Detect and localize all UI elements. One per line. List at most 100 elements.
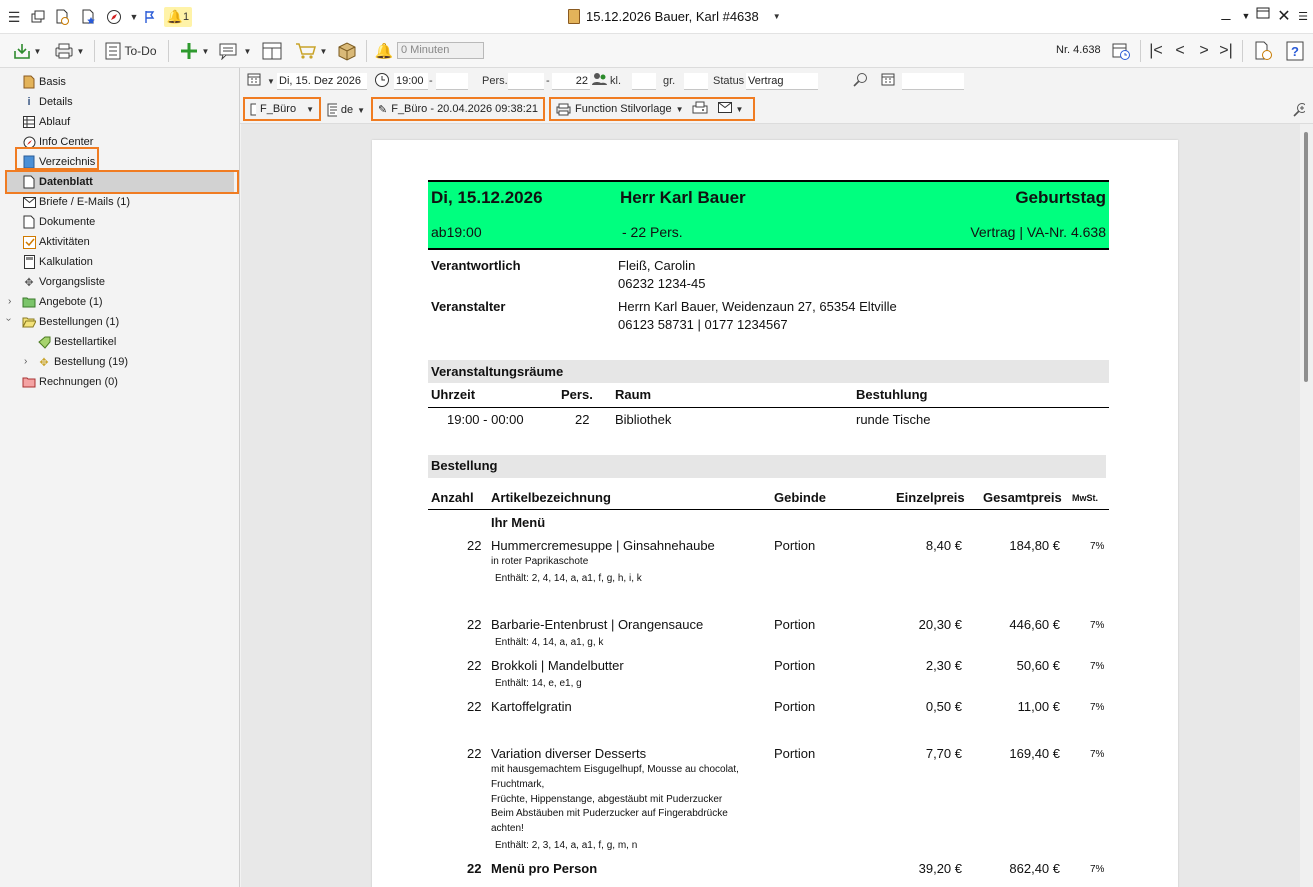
chevron-right-icon[interactable]: › <box>24 356 27 367</box>
banner-type: Geburtstag <box>1015 188 1106 207</box>
status-field[interactable]: Vertrag <box>746 73 818 90</box>
calendar-icon[interactable] <box>881 72 895 89</box>
menu-title: Ihr Menü <box>491 515 546 530</box>
todo-label: To-Do <box>124 44 157 58</box>
scrollbar-thumb[interactable] <box>1304 132 1308 382</box>
sidebar-item-vorgangsliste[interactable]: ✥ Vorgangsliste <box>22 272 105 292</box>
date-field[interactable]: Di, 15. Dez 2026 <box>277 73 367 90</box>
item-total: 184,80 € <box>1009 538 1060 553</box>
item-description: achten! <box>491 823 524 834</box>
last-record-button[interactable]: >| <box>1216 39 1236 63</box>
notification-bell-button[interactable]: 🔔 1 <box>164 7 192 27</box>
document-clock-icon[interactable] <box>52 7 72 27</box>
table-icon <box>22 115 36 129</box>
import-button[interactable]: ▼ <box>8 39 46 63</box>
minutes-input[interactable]: 0 Minuten <box>397 42 484 59</box>
sidebar-item-basis[interactable]: Basis <box>22 72 66 92</box>
sidebar-item-ablauf[interactable]: Ablauf <box>22 112 70 132</box>
sidebar-item-briefe[interactable]: Briefe / E-Mails (1) <box>22 192 130 212</box>
sidebar-item-info-center[interactable]: Info Center <box>22 132 93 152</box>
time-to-field[interactable] <box>436 73 468 90</box>
sidebar-item-kalkulation[interactable]: Kalkulation <box>22 252 93 272</box>
package-button[interactable] <box>334 39 360 63</box>
window-menu-button[interactable]: ☰ <box>1292 10 1313 23</box>
pers-from-field[interactable] <box>508 73 544 90</box>
window-title[interactable]: 15.12.2026 Bauer, Karl #4638 ▼ <box>568 9 781 24</box>
title-bar: ☰ ▼ 🔔 1 15.12.2026 Bauer, Karl #4638 ▼ _ … <box>0 0 1313 34</box>
item-description: Fruchtmark, <box>491 779 545 790</box>
history-button[interactable] <box>1108 39 1134 63</box>
language-selector[interactable]: de ▼ <box>322 98 370 122</box>
item-total: 11,00 € <box>1017 699 1060 714</box>
document-toolbar: F_Büro ▼ de ▼ ✎ F_Büro - 20.04.2026 09:3… <box>240 94 1313 124</box>
doc-icon <box>22 175 36 189</box>
favorite-doc-icon[interactable] <box>78 7 98 27</box>
time-from-field[interactable]: 19:00 <box>394 73 428 90</box>
maximize-button[interactable] <box>1252 6 1274 24</box>
sidebar-item-angebote[interactable]: Angebote (1) <box>22 292 103 312</box>
compass-icon[interactable] <box>104 7 124 27</box>
layout-button[interactable] <box>260 39 284 63</box>
people-icon <box>592 72 608 89</box>
chevron-down-icon[interactable]: ▼ <box>267 77 275 86</box>
chevron-down-icon[interactable]: ▼ <box>773 12 781 21</box>
pers-label: Pers. <box>482 75 508 87</box>
kl-field[interactable] <box>632 73 656 90</box>
print-style-selector[interactable]: Function Stilvorlage ▼ ▼ <box>549 97 755 121</box>
zoom-button[interactable] <box>1288 98 1310 122</box>
chevron-down-icon: ▼ <box>357 105 365 115</box>
language-label: de <box>340 104 354 116</box>
notification-count: 1 <box>183 11 190 23</box>
sidebar-item-dokumente[interactable]: Dokumente <box>22 212 95 232</box>
room-time: 19:00 - 00:00 <box>447 412 524 427</box>
item-vat: 7% <box>1090 749 1105 760</box>
previous-record-button[interactable]: < <box>1170 39 1190 63</box>
chevron-right-icon[interactable]: › <box>8 296 11 307</box>
help-button[interactable]: ? <box>1284 39 1306 63</box>
chevron-down-icon[interactable]: › <box>3 318 14 321</box>
hamburger-menu-icon[interactable]: ☰ <box>4 7 24 27</box>
item-vat: 7% <box>1090 541 1105 552</box>
sidebar-item-bestellartikel[interactable]: Bestellartikel <box>37 332 116 352</box>
calendar-icon[interactable] <box>247 72 261 89</box>
sidebar-item-aktivitaeten[interactable]: Aktivitäten <box>22 232 90 252</box>
order-section-bar <box>428 455 1106 478</box>
chevron-down-icon: ▼ <box>735 104 744 114</box>
next-record-button[interactable]: > <box>1194 39 1214 63</box>
windows-icon[interactable] <box>28 7 48 27</box>
document-viewer[interactable]: Di, 15.12.2026 Herr Karl Bauer Geburtsta… <box>241 124 1300 887</box>
todo-button[interactable]: To-Do <box>102 39 160 63</box>
zoom-icon[interactable] <box>853 72 869 91</box>
fax-icon[interactable] <box>692 101 708 118</box>
veranstalter-label: Veranstalter <box>431 299 506 314</box>
reminder-button[interactable]: 🔔 <box>372 39 396 63</box>
add-button[interactable]: ▼ <box>176 39 212 63</box>
sidebar-item-verzeichnis[interactable]: Verzeichnis <box>22 152 95 172</box>
edit-document-button[interactable]: ✎ F_Büro - 20.04.2026 09:38:21 <box>371 97 545 121</box>
doc-icon <box>22 215 36 229</box>
sidebar-item-details[interactable]: i Details <box>22 92 72 112</box>
order-header-einzelpreis: Einzelpreis <box>896 490 965 505</box>
rooms-title: Veranstaltungsräume <box>431 364 564 379</box>
schedule-button[interactable] <box>1250 39 1276 63</box>
sidebar-item-rechnungen[interactable]: Rechnungen (0) <box>22 372 118 392</box>
layout-icon <box>262 42 282 60</box>
veranstalter-address: Herrn Karl Bauer, Weidenzaun 27, 65354 E… <box>618 299 897 314</box>
template-selector[interactable]: F_Büro ▼ <box>243 97 321 121</box>
minimize-alt-button[interactable]: _ <box>1215 4 1237 22</box>
first-record-button[interactable]: |< <box>1146 39 1166 63</box>
sidebar-item-bestellung[interactable]: ✥ Bestellung (19) <box>37 352 128 372</box>
gr-field[interactable] <box>684 73 708 90</box>
cart-button[interactable]: ▼ <box>292 39 330 63</box>
sidebar-item-datenblatt[interactable]: Datenblatt <box>6 172 234 192</box>
flag-icon[interactable] <box>140 7 160 27</box>
date-extra-field[interactable] <box>902 73 964 90</box>
sidebar-item-bestellungen[interactable]: Bestellungen (1) <box>22 312 119 332</box>
print-button[interactable]: ▼ <box>50 39 88 63</box>
viewer-scrollbar[interactable] <box>1300 124 1313 887</box>
mail-icon[interactable] <box>717 102 732 116</box>
comment-button[interactable]: ▼ <box>216 39 254 63</box>
first-icon: |< <box>1149 42 1163 59</box>
pers-to-field[interactable]: 22 <box>552 73 590 90</box>
item-allergens: Enthält: 14, e, e1, g <box>495 678 582 689</box>
